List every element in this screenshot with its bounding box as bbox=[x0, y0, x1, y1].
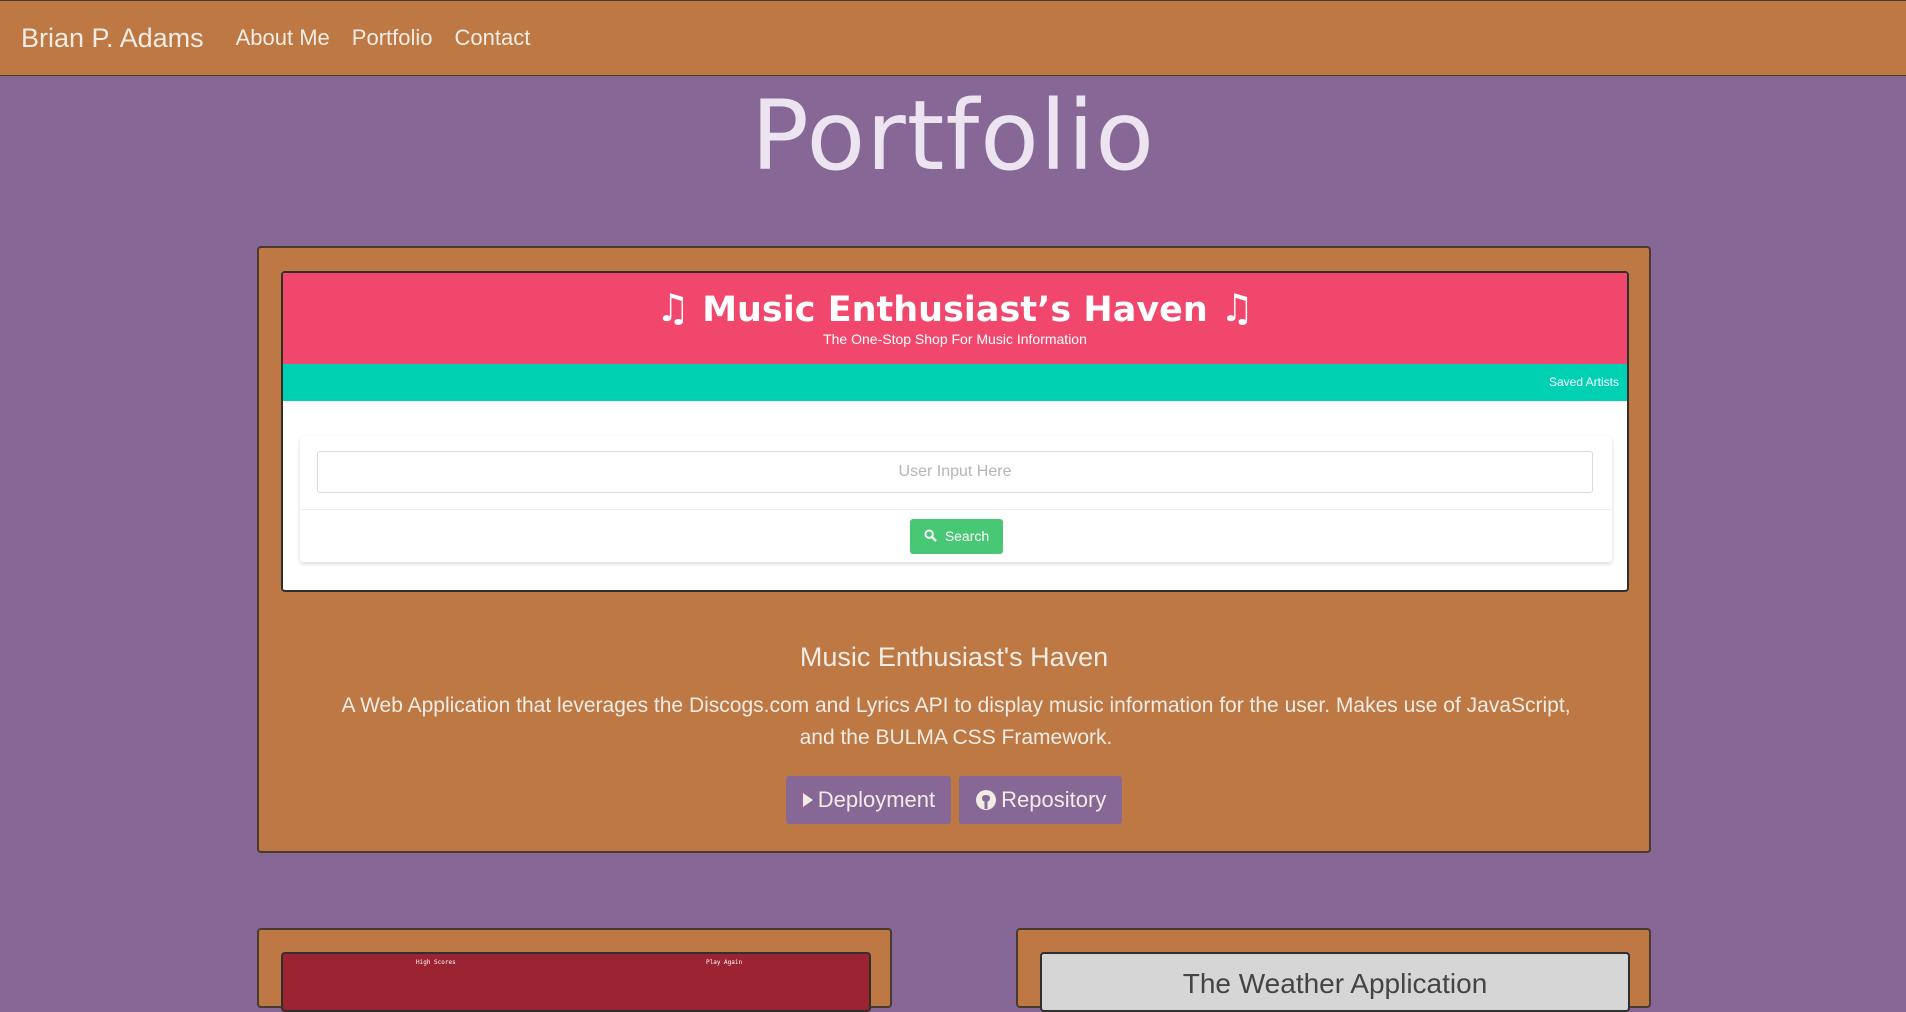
screenshot-search-button: Search bbox=[910, 519, 1003, 554]
nav-link-contact[interactable]: Contact bbox=[455, 25, 531, 51]
deployment-label: Deployment bbox=[817, 787, 936, 812]
project-description: A Web Application that leverages the Dis… bbox=[341, 694, 1571, 749]
project-screenshot: High Scores Play Again bbox=[281, 952, 871, 1012]
project-card-weather: The Weather Application bbox=[1016, 928, 1651, 1012]
screenshot-title: Music Enthusiast’s Haven bbox=[702, 290, 1208, 330]
project-card-music: ♫ Music Enthusiast’s Haven ♫ The One-Sto… bbox=[257, 246, 1651, 853]
project-title: Music Enthusiast's Haven bbox=[799, 642, 1109, 672]
project-card-game: High Scores Play Again bbox=[257, 928, 892, 1012]
brand-link[interactable]: Brian P. Adams bbox=[21, 23, 204, 54]
search-icon bbox=[924, 529, 937, 542]
music-note-icon: ♫ bbox=[1219, 286, 1255, 330]
music-note-icon: ♫ bbox=[655, 286, 690, 330]
screenshot-input: User Input Here bbox=[317, 451, 1593, 493]
github-icon bbox=[975, 789, 997, 811]
page-title: Portfolio bbox=[751, 80, 1155, 192]
divider bbox=[300, 509, 1612, 510]
screenshot-search-label: Search bbox=[944, 528, 990, 544]
screenshot-title-row: ♫ Music Enthusiast’s Haven ♫ bbox=[283, 273, 1627, 329]
play-icon bbox=[802, 792, 814, 808]
screenshot-saved-artists: Saved Artists bbox=[1548, 375, 1619, 389]
nav-link-about[interactable]: About Me bbox=[236, 25, 330, 51]
screenshot-search-box: User Input Here Search bbox=[300, 436, 1612, 562]
nav-link-portfolio[interactable]: Portfolio bbox=[352, 25, 433, 51]
project-screenshot: ♫ Music Enthusiast’s Haven ♫ The One-Sto… bbox=[281, 271, 1629, 592]
screenshot-high-scores: High Scores bbox=[416, 959, 456, 966]
repository-label: Repository bbox=[1001, 787, 1107, 812]
screenshot-hero: ♫ Music Enthusiast’s Haven ♫ The One-Sto… bbox=[283, 273, 1627, 364]
screenshot-title: The Weather Application bbox=[1182, 968, 1488, 999]
repository-button[interactable]: Repository bbox=[959, 776, 1123, 824]
screenshot-navbar: Saved Artists bbox=[283, 364, 1627, 401]
navbar: Brian P. Adams About Me Portfolio Contac… bbox=[0, 0, 1906, 76]
project-screenshot: The Weather Application bbox=[1040, 952, 1630, 1012]
deployment-button[interactable]: Deployment bbox=[785, 776, 952, 824]
screenshot-subtitle: The One-Stop Shop For Music Information bbox=[823, 331, 1087, 347]
project-actions: Deployment Repository bbox=[259, 776, 1649, 824]
screenshot-play-again: Play Again bbox=[706, 959, 743, 966]
